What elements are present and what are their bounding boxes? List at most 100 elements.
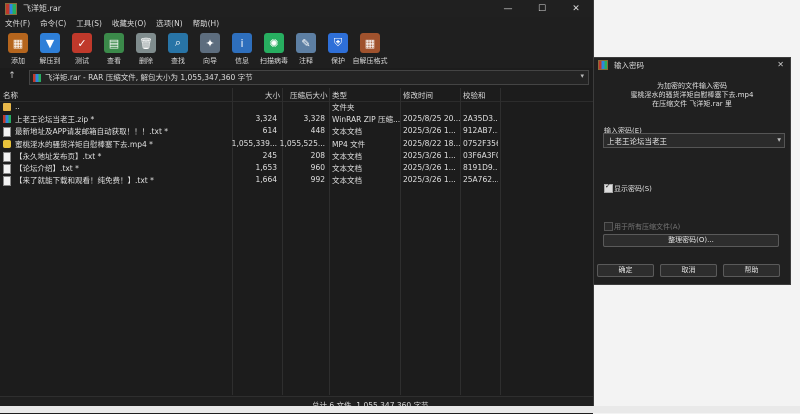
toolbar-button-8[interactable]: ✺ 扫描病毒 [260,30,288,68]
toolbar-button-4[interactable]: 🗑 删除 [132,30,160,68]
file-type: 文本文档 [332,151,362,161]
text-file-icon [3,176,11,187]
ok-button[interactable]: 确定 [597,264,654,277]
dialog-message-line: 为加密的文件输入密码 [657,82,727,90]
sfx-archive-icon: ▦ [360,33,380,53]
help-button[interactable]: 帮助 [723,264,780,277]
col-size[interactable]: 大小 [265,90,280,101]
toolbar-label: 向导 [203,57,217,65]
file-size: 1,664 [255,175,277,185]
file-modified: 2025/3/26 1... [403,175,456,185]
file-packed: 448 [310,126,325,136]
file-packed: 208 [310,150,325,160]
comment-icon: ✎ [296,33,316,53]
toolbar-label: 解压到 [39,57,61,65]
dialog-close-button[interactable]: ✕ [777,60,784,69]
delete-trash-icon: 🗑 [136,33,156,53]
rar-archive-icon [3,115,11,124]
file-row[interactable]: 【永久地址发布页】.txt * 245 208 文本文档 2025/3/26 1... 0… [0,150,593,162]
chevron-down-icon[interactable]: ▾ [777,135,781,144]
find-magnifier-icon: ⌕ [168,33,188,53]
file-name: 上老王论坛当老王.zip * [15,115,95,125]
toolbar-button-3[interactable]: ▤ 查看 [100,30,128,68]
col-packed[interactable]: 压缩后大小 [290,90,328,101]
video-file-icon [3,139,11,148]
file-name: 最新地址及APP请发邮箱自动获取！！！.txt * [15,127,169,137]
toolbar-button-10[interactable]: ⛨ 保护 [324,30,352,68]
file-packed: 960 [310,162,325,172]
folder-icon [3,103,11,111]
use-for-all-label: 用于所有压缩文件(A) [614,223,681,231]
col-crc[interactable]: 校验和 [463,90,486,101]
file-packed: 3,328 [303,114,325,124]
menu-favorites[interactable]: 收藏夹(O) [107,18,151,29]
window-title: 飞洋矩.rar [23,4,62,13]
title-bar: 飞洋矩.rar — ☐ ✕ [0,0,593,17]
minimize-button[interactable]: — [491,0,525,17]
file-type: 文件夹 [332,103,355,112]
file-packed: 992 [310,175,325,185]
toolbar-button-11[interactable]: ▦ 自解压格式 [353,30,388,68]
col-name[interactable]: 名称 [3,90,18,101]
use-for-all-checkbox[interactable] [604,222,613,231]
file-size: 3,324 [255,114,277,124]
dialog-message-line: 在压缩文件 飞洋矩.rar 里 [652,100,732,108]
maximize-button[interactable]: ☐ [525,0,559,17]
menu-tools[interactable]: 工具(S) [71,18,107,29]
toolbar: ▦ 添加 ▼ 解压到 ✓ 测试 ▤ 查看 🗑 删除 ⌕ 查找 ✦ 向导 i 信息 ✺ 扫描病毒 ✎ 注释 ⛨ 保护 ▦ 自解压… [0,30,593,68]
file-row[interactable]: 【来了就能下载和观看！纯免费！】.txt * 1,664 992 文本文档 2025/3… [0,174,593,187]
dialog-message-line: 蜜桃淫水的骚货洋矩自慰棒塞下去.mp4 [630,91,754,99]
cancel-button[interactable]: 取消 [660,264,717,277]
col-type[interactable]: 类型 [332,90,347,101]
toolbar-label: 保护 [331,57,345,65]
toolbar-label: 查看 [107,57,121,65]
up-arrow-icon[interactable]: ↑ [5,71,19,83]
toolbar-button-7[interactable]: i 信息 [228,30,256,68]
col-modified[interactable]: 修改时间 [403,90,433,101]
password-input[interactable]: 上老王论坛当老王 ▾ [603,133,785,148]
file-size: 614 [262,126,277,136]
chevron-down-icon[interactable]: ▾ [580,72,584,80]
file-packed: 1,055,525... [279,138,325,148]
file-row[interactable]: .. 文件夹 [0,101,593,113]
show-password-checkbox[interactable] [604,182,613,193]
winrar-app-icon [5,2,17,15]
toolbar-button-5[interactable]: ⌕ 查找 [164,30,192,68]
toolbar-button-2[interactable]: ✓ 测试 [68,30,96,68]
close-button[interactable]: ✕ [559,0,593,17]
wizard-wand-icon: ✦ [200,33,220,53]
file-row[interactable]: 【论坛介绍】.txt * 1,653 960 文本文档 2025/3/26 1... 81… [0,162,593,174]
file-size: 1,055,339... [231,138,277,148]
toolbar-label: 添加 [11,57,25,65]
file-type: 文本文档 [332,163,362,173]
rar-archive-icon [33,73,41,82]
path-text: 飞洋矩.rar - RAR 压缩文件, 解包大小为 1,055,347,360 … [45,73,253,82]
organize-passwords-button[interactable]: 整理密码(O)... [603,234,779,247]
file-size: 245 [262,150,277,160]
menu-file[interactable]: 文件(F) [0,18,35,29]
menu-commands[interactable]: 命令(C) [35,18,71,29]
toolbar-button-1[interactable]: ▼ 解压到 [36,30,64,68]
file-name: 【论坛介绍】.txt * [15,163,79,173]
path-field[interactable]: 飞洋矩.rar - RAR 压缩文件, 解包大小为 1,055,347,360 … [29,70,589,85]
toolbar-button-6[interactable]: ✦ 向导 [196,30,224,68]
menu-help[interactable]: 帮助(H) [188,18,225,29]
toolbar-label: 测试 [75,57,89,65]
text-file-icon [3,151,11,162]
text-file-icon [3,127,11,138]
toolbar-button-0[interactable]: ▦ 添加 [4,30,32,68]
dialog-title: 输入密码 [614,60,644,70]
show-password-label[interactable]: 显示密码(S) [614,184,652,194]
file-row[interactable]: 最新地址及APP请发邮箱自动获取！！！.txt * 614 448 文本文档 2025/… [0,125,593,138]
file-type: 文本文档 [332,176,362,186]
toolbar-button-9[interactable]: ✎ 注释 [292,30,320,68]
winrar-window: 飞洋矩.rar — ☐ ✕ 文件(F) 命令(C) 工具(S) 收藏夹(O) 选… [0,0,594,414]
file-type: 文本文档 [332,127,362,137]
file-row[interactable]: 上老王论坛当老王.zip * 3,324 3,328 WinRAR ZIP 压缩...… [0,113,593,125]
menu-bar: 文件(F) 命令(C) 工具(S) 收藏夹(O) 选项(N) 帮助(H) [0,17,593,30]
menu-options[interactable]: 选项(N) [151,18,187,29]
file-row[interactable]: 蜜桃淫水的骚货洋矩自慰棒塞下去.mp4 * 1,055,339... 1,055,5… [0,138,593,150]
protect-shield-icon: ⛨ [328,33,348,53]
view-book-icon: ▤ [104,33,124,53]
toolbar-label: 自解压格式 [352,57,388,65]
